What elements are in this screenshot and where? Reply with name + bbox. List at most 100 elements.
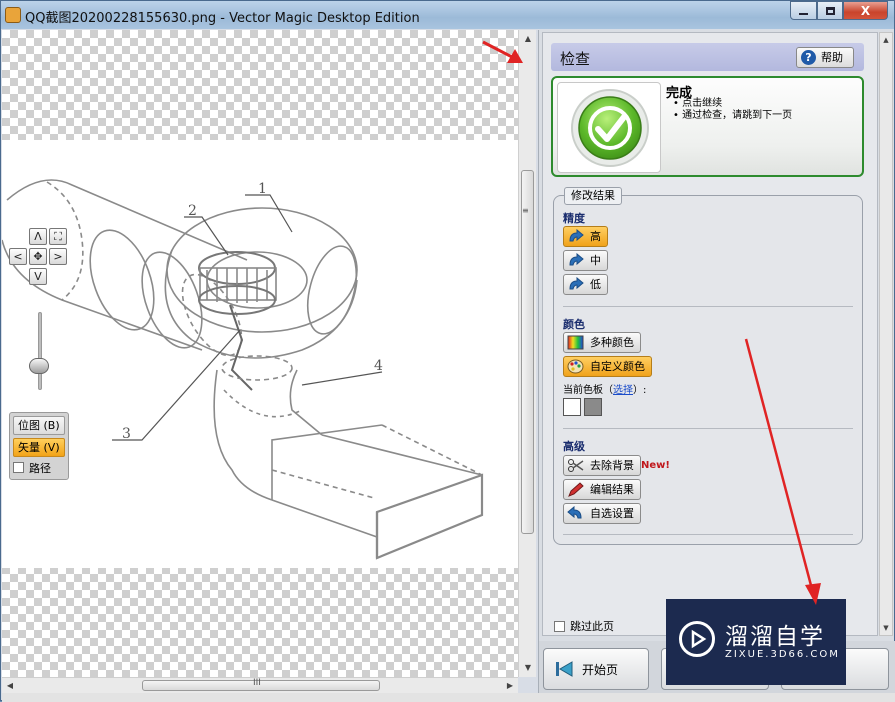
minimize-icon	[799, 12, 808, 15]
panel-scroll-down[interactable]: ▼	[880, 621, 892, 635]
window-title: QQ截图20200228155630.png - Vector Magic De…	[25, 11, 420, 26]
remove-background-button[interactable]: 去除背景	[563, 455, 641, 476]
custom-settings-label: 自选设置	[590, 507, 634, 520]
pencil-icon	[567, 482, 584, 497]
precision-high-label: 高	[590, 230, 601, 243]
center-view-button[interactable]: ✥	[29, 248, 47, 265]
precision-medium-button[interactable]: 中	[563, 250, 608, 271]
watermark-subtitle: ZIXUE.3D66.COM	[725, 649, 840, 660]
view-mode-panel: 位图 (B) 矢量 (V) 路径	[9, 412, 69, 480]
scroll-down-arrow[interactable]: ▼	[519, 659, 537, 677]
home-page-button[interactable]: 开始页	[543, 648, 649, 690]
vector-view-button[interactable]: 矢量 (V)	[13, 438, 65, 457]
home-page-label: 开始页	[582, 663, 619, 677]
section-title: 检查	[560, 50, 591, 68]
palette-swatch-gray[interactable]	[584, 398, 602, 416]
path-label: 路径	[29, 461, 51, 475]
app-icon	[5, 7, 21, 23]
skip-page-toggle[interactable]: 跳过此页	[554, 618, 614, 634]
undo-icon	[567, 506, 584, 521]
redo-icon	[567, 229, 584, 244]
image-canvas[interactable]: 1 2 3 4 Λ ⛶ < ✥ > V 位图 (B) 矢量 (V) 路径	[2, 30, 518, 677]
custom-settings-button[interactable]: 自选设置	[563, 503, 641, 524]
watermark: 溜溜自学 ZIXUE.3D66.COM	[666, 599, 846, 685]
pan-right-button[interactable]: >	[49, 248, 67, 265]
palette-open: （	[603, 385, 613, 396]
custom-color-label: 自定义颜色	[590, 360, 645, 373]
divider	[563, 428, 853, 429]
check-badge	[557, 82, 661, 173]
select-palette-link[interactable]: 选择	[613, 385, 633, 396]
completion-box: 完成 点击继续 通过检查，请跳到下一页	[551, 76, 864, 177]
custom-color-button[interactable]: 自定义颜色	[563, 356, 652, 377]
grip-icon: III	[253, 678, 261, 688]
vectorized-drawing: 1 2 3 4	[2, 140, 518, 568]
redo-icon	[567, 277, 584, 292]
callout-1: 1	[258, 181, 267, 197]
scroll-left-arrow[interactable]: ◀	[2, 678, 18, 694]
section-header: 检查 ? 帮助	[551, 43, 864, 71]
drawing-svg: 1 2 3 4	[2, 179, 484, 560]
divider	[563, 534, 853, 535]
pan-up-button[interactable]: Λ	[29, 228, 47, 245]
path-checkbox[interactable]	[13, 462, 24, 473]
maximize-icon	[825, 6, 835, 15]
palette-swatch-white[interactable]	[563, 398, 581, 416]
pan-left-button[interactable]: <	[9, 248, 27, 265]
scissors-icon	[567, 458, 584, 473]
canvas-horizontal-scrollbar[interactable]: ◀ III ▶	[2, 677, 518, 693]
close-icon: X	[860, 3, 871, 18]
palette-close: ）:	[633, 385, 647, 396]
minimize-button[interactable]	[790, 1, 817, 20]
window-controls: X	[790, 1, 888, 20]
wizard-panel: 检查 ? 帮助 完成 • 点击继续 • 通过检查，请跳到下一页 修改结果 精度 …	[538, 30, 895, 693]
grip-icon: ≡	[522, 206, 529, 215]
edit-result-label: 编辑结果	[590, 483, 634, 496]
completion-bullet: 通过检查，请跳到下一页	[673, 110, 792, 122]
remove-background-label: 去除背景	[590, 459, 634, 472]
precision-low-label: 低	[590, 278, 601, 291]
multi-color-label: 多种颜色	[590, 336, 634, 349]
pan-down-button[interactable]: V	[29, 268, 47, 285]
precision-high-button[interactable]: 高	[563, 226, 608, 247]
modify-results-group: 修改结果 精度 高 中 低 颜色 多种颜色 自定义颜色 当前色板（选择）: 高级…	[553, 187, 863, 545]
canvas-vertical-scrollbar[interactable]: ▲ ≡ ▼	[518, 30, 536, 677]
completion-bullet: 点击继续	[673, 98, 792, 110]
edit-result-button[interactable]: 编辑结果	[563, 479, 641, 500]
zoom-slider-knob[interactable]	[29, 358, 49, 374]
zoom-slider-track[interactable]	[38, 312, 42, 390]
wizard-content: 检查 ? 帮助 完成 • 点击继续 • 通过检查，请跳到下一页 修改结果 精度 …	[542, 32, 878, 636]
callout-2: 2	[188, 203, 197, 219]
help-icon: ?	[801, 50, 816, 65]
app-window: QQ截图20200228155630.png - Vector Magic De…	[0, 0, 895, 702]
skip-page-checkbox[interactable]	[554, 620, 565, 632]
new-badge: New!	[641, 460, 670, 471]
precision-low-button[interactable]: 低	[563, 274, 608, 295]
help-button[interactable]: ? 帮助	[796, 47, 854, 68]
color-spectrum-icon	[567, 335, 584, 350]
fit-view-button[interactable]: ⛶	[49, 228, 67, 245]
palette-icon	[567, 359, 584, 374]
bitmap-view-button[interactable]: 位图 (B)	[13, 416, 65, 435]
fit-icon: ⛶	[54, 230, 62, 243]
path-toggle[interactable]: 路径	[13, 460, 65, 475]
vertical-scroll-thumb[interactable]	[521, 170, 534, 534]
current-palette-label: 当前色板（选择）:	[563, 381, 646, 396]
pan-icon: ✥	[33, 250, 43, 263]
close-button[interactable]: X	[843, 1, 888, 20]
redo-icon	[567, 253, 584, 268]
palette-prefix: 当前色板	[563, 385, 603, 396]
horizontal-scroll-thumb[interactable]: III	[142, 678, 380, 691]
precision-label: 精度	[563, 212, 585, 225]
color-label: 颜色	[563, 318, 585, 331]
multi-color-button[interactable]: 多种颜色	[563, 332, 641, 353]
scroll-right-arrow[interactable]: ▶	[502, 678, 518, 694]
scroll-up-arrow[interactable]: ▲	[519, 30, 537, 48]
advanced-label: 高级	[563, 440, 585, 453]
checkmark-icon	[571, 89, 649, 167]
divider	[563, 306, 853, 307]
callout-4: 4	[374, 358, 383, 374]
maximize-button[interactable]	[817, 1, 843, 20]
panel-scroll-up[interactable]: ▲	[880, 33, 892, 47]
panel-scrollbar[interactable]: ▲ ▼	[879, 32, 893, 636]
